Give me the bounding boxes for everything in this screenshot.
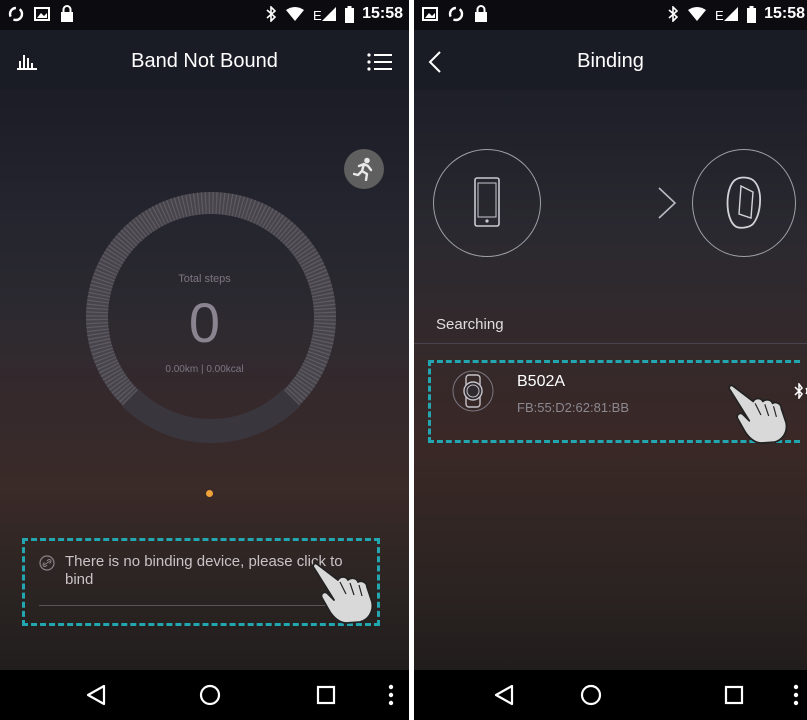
steps-value: 0 bbox=[188, 291, 221, 354]
svg-text:E: E bbox=[313, 8, 322, 22]
pointing-hand-icon bbox=[726, 384, 792, 444]
battery-icon bbox=[345, 5, 355, 23]
lock-icon bbox=[60, 5, 74, 22]
wifi-icon bbox=[285, 6, 305, 22]
nav-home-icon[interactable] bbox=[578, 682, 604, 708]
nav-home-icon[interactable] bbox=[197, 682, 223, 708]
wifi-icon bbox=[687, 6, 707, 22]
system-nav-bar bbox=[0, 670, 409, 720]
chevron-right-icon bbox=[657, 186, 677, 220]
image-icon bbox=[34, 6, 50, 22]
nav-recents-icon[interactable] bbox=[721, 682, 747, 708]
svg-text:E: E bbox=[715, 8, 724, 22]
nav-more-icon[interactable] bbox=[792, 682, 800, 708]
distance-calories: 0.00km | 0.00kcal bbox=[165, 364, 244, 375]
searching-label: Searching bbox=[436, 316, 504, 333]
lock-icon bbox=[474, 5, 488, 22]
page-indicator-dot bbox=[206, 490, 213, 497]
band-circle bbox=[692, 149, 796, 257]
total-steps-label: Total steps bbox=[178, 273, 231, 285]
nav-back-icon[interactable] bbox=[492, 682, 518, 708]
nav-more-icon[interactable] bbox=[387, 682, 395, 708]
nav-recents-icon[interactable] bbox=[313, 682, 339, 708]
running-mode-button[interactable] bbox=[344, 149, 384, 189]
nav-back-icon[interactable] bbox=[84, 682, 110, 708]
band-icon bbox=[721, 174, 769, 232]
bluetooth-status-icon bbox=[667, 6, 679, 22]
binding-screen: E 15:58 Binding Searching B502A FB:55:D2… bbox=[414, 0, 807, 720]
bluetooth-status-icon bbox=[265, 6, 277, 22]
phone-icon bbox=[474, 177, 500, 227]
app-bar: Band Not Bound bbox=[0, 30, 409, 90]
band-not-bound-screen: E 15:58 Band Not Bound Total steps 0 0.0… bbox=[0, 0, 409, 720]
sync-icon bbox=[8, 6, 24, 22]
device-name: B502A bbox=[517, 373, 566, 390]
device-mac: FB:55:D2:62:81:BB bbox=[517, 400, 630, 415]
link-icon bbox=[39, 555, 55, 571]
page-title: Band Not Bound bbox=[131, 50, 278, 72]
signal-icon: E bbox=[715, 6, 739, 22]
sync-icon bbox=[448, 6, 464, 22]
menu-icon[interactable] bbox=[367, 52, 393, 72]
system-nav-bar bbox=[414, 670, 807, 720]
status-time: 15:58 bbox=[362, 5, 403, 22]
status-time: 15:58 bbox=[764, 5, 805, 22]
running-icon bbox=[353, 157, 375, 181]
phone-circle bbox=[433, 149, 541, 257]
status-bar: E 15:58 bbox=[414, 0, 807, 30]
watch-icon bbox=[451, 369, 495, 413]
pointing-hand-icon bbox=[310, 562, 378, 624]
app-bar: Binding bbox=[414, 30, 807, 90]
divider bbox=[414, 343, 807, 344]
status-bar: E 15:58 bbox=[0, 0, 409, 30]
battery-icon bbox=[747, 5, 757, 23]
image-icon bbox=[422, 6, 438, 22]
bluetooth-icon bbox=[794, 383, 807, 399]
page-title: Binding bbox=[577, 50, 644, 72]
signal-icon: E bbox=[313, 6, 337, 22]
